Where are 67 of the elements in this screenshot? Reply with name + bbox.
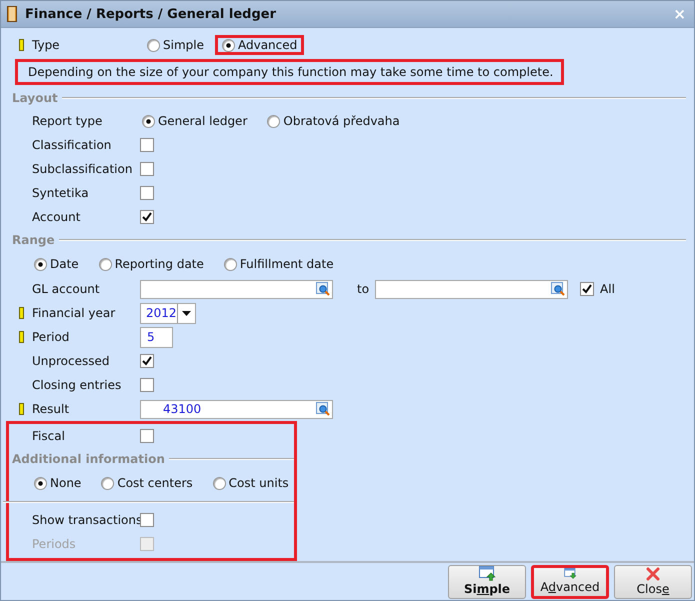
window-title: Finance / Reports / General ledger	[25, 6, 278, 22]
radio-icon[interactable]	[34, 258, 47, 270]
radio-option[interactable]: General ledger	[140, 113, 250, 129]
dialog-button[interactable]: Close	[614, 565, 692, 599]
radio-icon[interactable]	[98, 258, 112, 270]
checkbox[interactable]	[140, 162, 154, 176]
radio-icon[interactable]	[147, 38, 160, 52]
window-icon	[562, 568, 578, 579]
radio-option[interactable]: None	[32, 475, 84, 491]
search-icon[interactable]	[316, 402, 330, 416]
field-label: Financial year	[32, 306, 116, 320]
warning-message: Depending on the size of your company this function may take some time to complete.	[15, 59, 564, 85]
checkbox[interactable]	[140, 354, 154, 368]
radio-option[interactable]: Fulfillment date	[222, 256, 336, 272]
checkbox[interactable]	[140, 513, 154, 527]
close-icon	[646, 567, 660, 581]
caret-icon[interactable]	[182, 310, 191, 316]
field-label: Fiscal	[32, 429, 66, 443]
field-label: Closing entries	[32, 378, 122, 392]
section-heading: Range	[12, 233, 55, 247]
radio-icon[interactable]	[101, 476, 114, 490]
radio-icon[interactable]	[222, 38, 235, 52]
radio-option[interactable]: Advanced	[214, 35, 304, 55]
checkbox[interactable]	[580, 282, 594, 296]
radio-icon[interactable]	[142, 114, 155, 128]
field-label: to	[357, 282, 370, 296]
book-icon	[7, 6, 17, 22]
field-label: Unprocessed	[32, 354, 111, 368]
field-label: Report type	[32, 114, 104, 128]
section-heading: Additional information	[12, 452, 165, 466]
field-label: Show transactions	[32, 513, 140, 527]
field-label: Periods	[32, 537, 77, 551]
section-heading: Layout	[12, 91, 58, 105]
field-label: Account	[32, 210, 82, 224]
field-label: Result	[32, 402, 70, 416]
window-icon	[478, 566, 496, 581]
radio-option[interactable]: Reporting date	[96, 256, 206, 272]
checkbox[interactable]	[140, 186, 154, 200]
checkbox[interactable]	[140, 210, 154, 224]
dialog-button[interactable]: Simple	[448, 565, 526, 599]
radio-icon[interactable]	[34, 476, 47, 490]
field-label: Period	[32, 330, 70, 344]
search-icon[interactable]	[551, 282, 566, 296]
radio-option[interactable]: Cost units	[210, 475, 291, 491]
search-icon[interactable]	[316, 282, 330, 296]
input-field[interactable]: 5	[140, 326, 173, 348]
lookup-field[interactable]: 43100	[140, 400, 333, 418]
radio-option[interactable]: Obratová předvaha	[265, 113, 402, 129]
radio-icon[interactable]	[224, 258, 237, 270]
dialog-button[interactable]: Advanced	[531, 565, 609, 599]
checkbox[interactable]	[140, 138, 154, 152]
lookup-field[interactable]	[140, 280, 333, 298]
radio-option[interactable]: Cost centers	[99, 475, 195, 491]
field-label: Subclassification	[32, 162, 134, 176]
field-label: Syntetika	[32, 186, 90, 200]
year-dropdown[interactable]: 2012	[140, 302, 196, 324]
radio-option[interactable]: Simple	[145, 37, 206, 53]
field-label: Classification	[32, 138, 112, 152]
checkbox[interactable]	[140, 378, 154, 392]
field-label: GL account	[32, 282, 101, 296]
radio-icon[interactable]	[267, 114, 280, 128]
radio-icon[interactable]	[212, 476, 226, 490]
field-label: All	[600, 282, 615, 296]
checkbox[interactable]	[140, 429, 154, 443]
radio-option[interactable]: Date	[32, 256, 81, 272]
lookup-field[interactable]	[375, 280, 568, 298]
field-label: Type	[32, 38, 61, 52]
